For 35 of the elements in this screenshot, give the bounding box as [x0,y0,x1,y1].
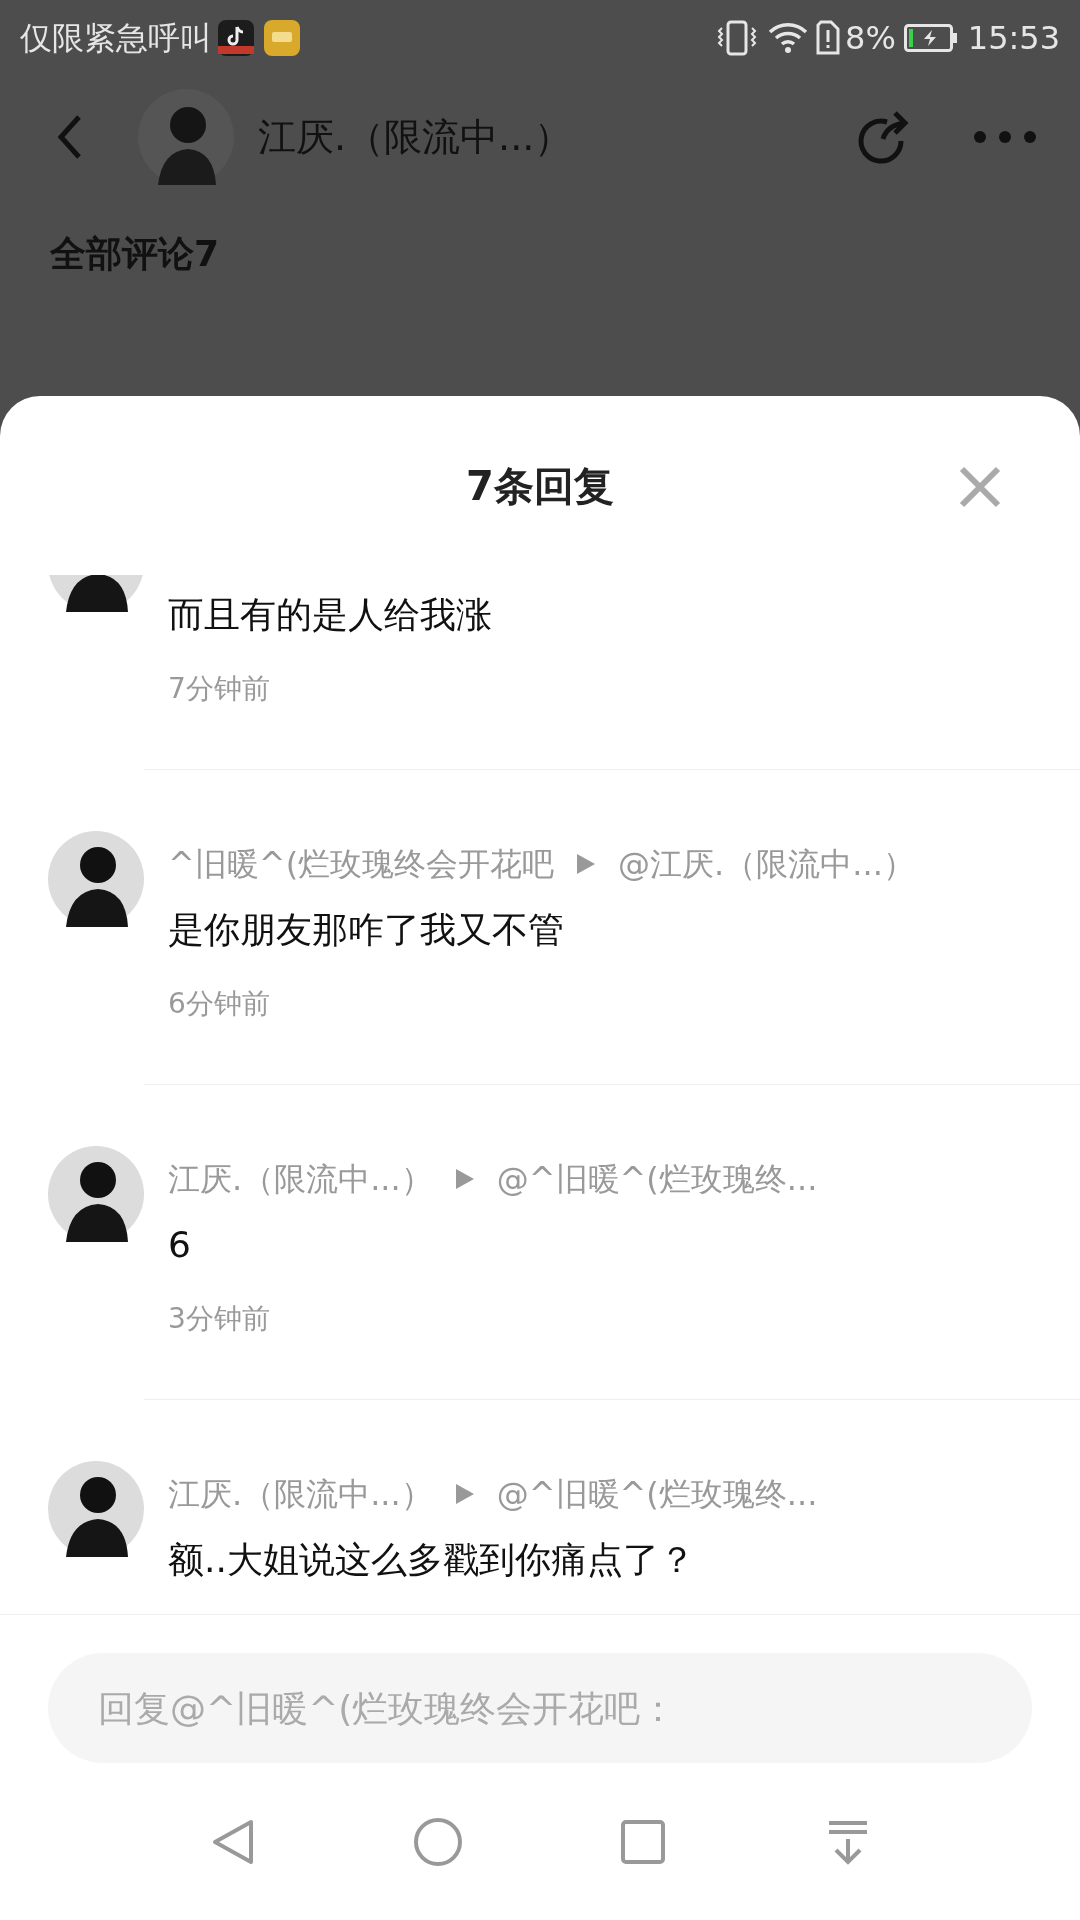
author-name[interactable]: ^旧暖^(烂玫瑰终会开花吧 [168,840,555,888]
triangle-icon [454,1483,475,1505]
close-icon [958,465,1002,509]
reply-text: 6 [168,1223,191,1267]
app-icon [218,19,254,56]
triangle-icon [576,853,597,875]
reply-text: 而且有的是人给我涨 [168,593,492,637]
avatar[interactable] [48,1146,144,1242]
sim-alert-icon [815,18,841,57]
reply-target[interactable]: @江厌.（限流中...） [618,840,915,888]
battery-icon [903,23,958,52]
status-text: 仅限紧急呼叫 [20,17,212,59]
app-icon [264,19,300,56]
more-icon [973,130,1037,144]
triangle-icon [210,1817,255,1866]
triangle-icon [454,1168,475,1190]
author-name[interactable]: 江厌.（限流中...） [168,1470,433,1518]
reply-text: 是你朋友那咋了我又不管 [168,908,564,952]
sheet-title: 7条回复 [466,461,614,511]
reply-target[interactable]: @^旧暖^(烂玫瑰终... [496,1155,818,1203]
timestamp: 7分钟前 [168,671,270,707]
timestamp: 3分钟前 [168,1301,270,1337]
avatar[interactable] [48,831,144,927]
clock: 15:53 [967,17,1060,59]
timestamp: 6分钟前 [168,986,270,1022]
reply-field[interactable]: 回复@^旧暖^(烂玫瑰终会开花吧： [48,1653,1032,1763]
square-icon [619,1818,666,1865]
avatar[interactable] [48,1461,144,1557]
profile-name: 江厌.（限流中...） [258,113,573,161]
section-title: 全部评论7 [50,232,220,276]
reply-target[interactable]: @^旧暖^(烂玫瑰终... [496,1470,818,1518]
circle-icon [412,1816,463,1867]
reply-text: 额..大姐说这么多戳到你痛点了？ [168,1538,695,1582]
battery-percent: 8% [845,17,896,59]
author-name[interactable]: 江厌.（限流中...） [168,1155,433,1203]
